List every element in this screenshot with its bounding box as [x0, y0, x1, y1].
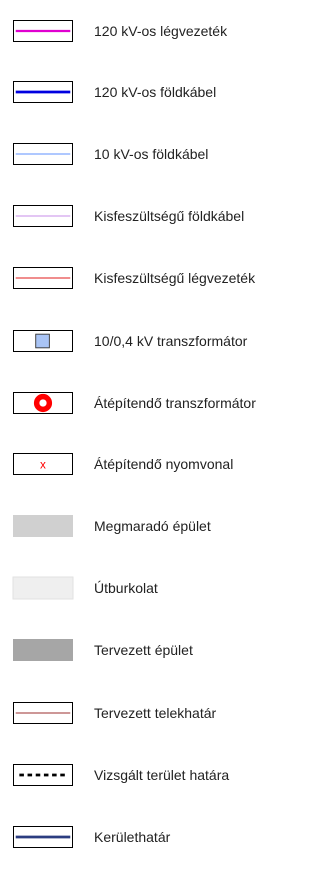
- legend-label: Vizsgált terület határa: [94, 767, 230, 783]
- legend-item-pavement: Útburkolat: [0, 571, 321, 611]
- blue-line-swatch-icon: [13, 81, 73, 103]
- legend-item-120kv-overhead-line: 120 kV-os légvezeték: [0, 14, 321, 54]
- light-blue-line-swatch-icon: [13, 143, 73, 165]
- magenta-line-swatch-icon: [13, 20, 73, 42]
- transformer-square-icon: [13, 330, 73, 352]
- legend-label: Tervezett épület: [94, 642, 193, 658]
- red-cross-icon: x: [13, 453, 73, 475]
- legend-item-lv-underground-cable: Kisfeszültségű földkábel: [0, 199, 321, 239]
- legend-item-study-area-boundary: Vizsgált terület határa: [0, 758, 321, 798]
- legend-label: Megmaradó épület: [94, 518, 211, 534]
- legend-item-retained-building: Megmaradó épület: [0, 509, 321, 549]
- map-legend: 120 kV-os légvezeték 120 kV-os földkábel…: [0, 0, 321, 889]
- dark-gray-fill-swatch-icon: [13, 639, 73, 661]
- legend-item-route-rebuild: x Átépítendő nyomvonal: [0, 447, 321, 487]
- very-light-gray-fill-swatch-icon: [12, 576, 74, 600]
- legend-label: Kisfeszültségű légvezeték: [94, 270, 256, 286]
- red-line-swatch-icon: [13, 267, 73, 289]
- red-ring-icon: [13, 392, 73, 414]
- legend-item-planned-plot-boundary: Tervezett telekhatár: [0, 696, 321, 736]
- legend-label: Kisfeszültségű földkábel: [94, 208, 245, 224]
- legend-item-district-boundary: Kerülethatár: [0, 820, 321, 860]
- cross-glyph: x: [40, 458, 46, 472]
- legend-label: Kerülethatár: [94, 829, 171, 845]
- legend-item-planned-building: Tervezett épület: [0, 633, 321, 673]
- legend-label: Átépítendő transzformátor: [94, 395, 256, 411]
- legend-label: 120 kV-os légvezeték: [94, 23, 228, 39]
- violet-line-swatch-icon: [13, 205, 73, 227]
- legend-label: 10/0,4 kV transzformátor: [94, 333, 248, 349]
- legend-label: 10 kV-os földkábel: [94, 146, 209, 162]
- legend-item-120kv-underground-cable: 120 kV-os földkábel: [0, 75, 321, 115]
- legend-item-lv-overhead-line: Kisfeszültségű légvezeték: [0, 261, 321, 301]
- dashed-line-swatch-icon: [13, 764, 73, 786]
- legend-item-transformer: 10/0,4 kV transzformátor: [0, 324, 321, 364]
- legend-item-transformer-rebuild: Átépítendő transzformátor: [0, 386, 321, 426]
- brown-line-swatch-icon: [13, 702, 73, 724]
- legend-label: Átépítendő nyomvonal: [94, 456, 234, 472]
- legend-label: Útburkolat: [94, 580, 158, 596]
- legend-label: Tervezett telekhatár: [94, 705, 217, 721]
- light-gray-fill-swatch-icon: [13, 515, 73, 537]
- legend-label: 120 kV-os földkábel: [94, 84, 217, 100]
- legend-item-10kv-underground-cable: 10 kV-os földkábel: [0, 137, 321, 177]
- navy-line-swatch-icon: [13, 826, 73, 848]
